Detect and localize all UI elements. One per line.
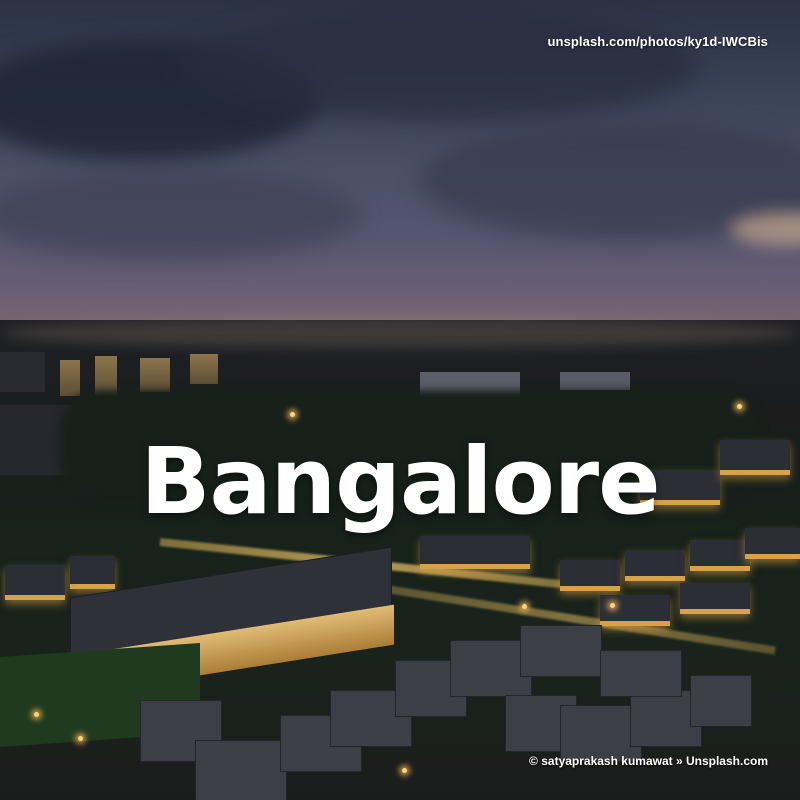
storm-cloud — [180, 10, 700, 120]
photo-credit: © satyaprakash kumawat » Unsplash.com — [529, 754, 768, 768]
photo-source-url: unsplash.com/photos/ky1d-IWCBis — [547, 34, 768, 49]
photo-frame: unsplash.com/photos/ky1d-IWCBis Bangalor… — [0, 0, 800, 800]
city-title: Bangalore — [140, 428, 660, 535]
storm-cloud — [0, 170, 360, 260]
evening-sky — [0, 0, 800, 340]
